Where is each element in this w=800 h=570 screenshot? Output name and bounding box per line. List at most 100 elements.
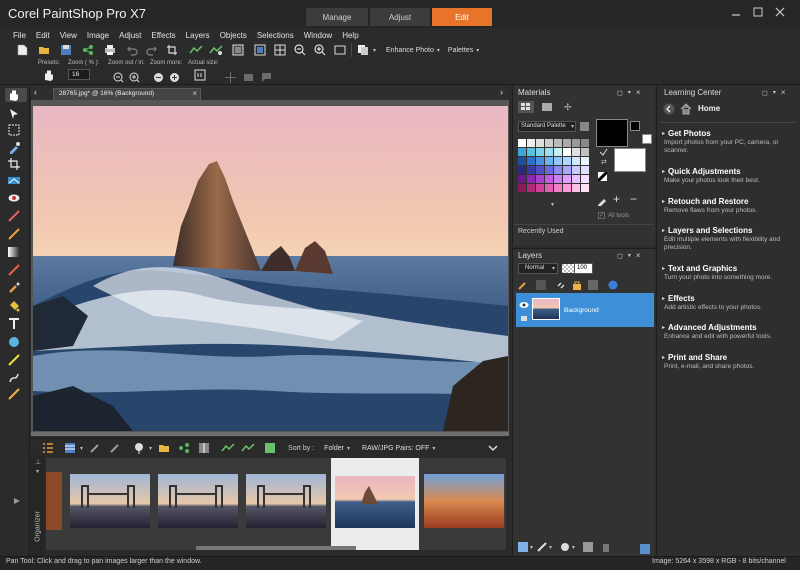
fit-window-icon[interactable] (252, 42, 268, 58)
new-mask-icon[interactable] (560, 542, 570, 552)
color-swatch[interactable] (545, 148, 553, 156)
canvas-scrollbar[interactable] (31, 432, 509, 436)
blend-mode-select[interactable]: Normal ▾ (518, 263, 558, 274)
palettes-arrow-icon[interactable]: ▾ (476, 47, 479, 54)
retouch-brush-icon[interactable] (8, 388, 20, 400)
color-swatch[interactable] (536, 139, 544, 147)
layer-properties-icon[interactable] (583, 542, 594, 552)
color-swatch[interactable] (518, 166, 526, 174)
color-swatch[interactable] (518, 157, 526, 165)
undo-icon[interactable] (124, 42, 140, 58)
color-swatch[interactable] (572, 148, 580, 156)
color-swatch[interactable] (536, 157, 544, 165)
foreground-small-swatch[interactable] (630, 121, 640, 131)
thumbnail-2[interactable] (70, 474, 150, 528)
layer-brush-icon[interactable] (518, 280, 528, 290)
color-swatch[interactable] (536, 148, 544, 156)
swatch-scroll-icon[interactable]: ▾ (551, 201, 554, 208)
airbrush-icon[interactable] (8, 282, 20, 294)
color-swatch[interactable] (518, 148, 526, 156)
menu-window[interactable]: Window (299, 31, 337, 40)
opacity-input[interactable]: 100 (574, 263, 593, 274)
lc-restore-icon[interactable]: ◻ (762, 89, 768, 97)
layer-link-icon[interactable] (556, 280, 566, 290)
color-swatch[interactable] (572, 175, 580, 183)
tab-adjust[interactable]: Adjust (370, 8, 430, 26)
organizer-view-arrow-icon[interactable]: ▾ (80, 445, 83, 452)
tab-manage[interactable]: Manage (306, 8, 368, 26)
thumbnail-5[interactable] (335, 476, 415, 528)
organizer-enhance-icon[interactable] (220, 440, 236, 456)
color-swatch[interactable] (527, 175, 535, 183)
color-swatch[interactable] (563, 148, 571, 156)
organizer-arrow-icon[interactable]: ▾ (36, 468, 39, 475)
print-icon[interactable] (102, 42, 118, 58)
grid-icon[interactable] (272, 42, 288, 58)
lc-home-icon[interactable] (680, 103, 692, 115)
actual-size-icon[interactable] (194, 69, 206, 81)
menu-file[interactable]: File (8, 31, 31, 40)
color-swatch[interactable] (554, 157, 562, 165)
color-swatch[interactable] (527, 148, 535, 156)
color-swatch[interactable] (527, 166, 535, 174)
dropper-tool-icon[interactable] (8, 142, 20, 154)
color-swatch[interactable] (554, 139, 562, 147)
materials-close-icon[interactable]: × (636, 88, 641, 97)
paint-brush-icon[interactable] (8, 264, 20, 276)
layer-visibility-icon[interactable] (519, 301, 529, 309)
color-swatch[interactable] (545, 184, 553, 192)
thumbnail-selected-frame[interactable] (331, 458, 419, 550)
lc-close-icon[interactable]: × (781, 88, 786, 97)
copy-icon[interactable] (355, 42, 371, 58)
crop-tool-icon[interactable] (164, 42, 180, 58)
canvas-area[interactable] (31, 100, 509, 436)
enhance-photo-arrow-icon[interactable]: ▾ (437, 47, 440, 54)
pen-tool-icon[interactable] (8, 354, 20, 366)
pattern-tab-icon[interactable]: ✢ (564, 102, 572, 113)
color-swatch[interactable] (572, 157, 580, 165)
lc-menu-icon[interactable]: ▾ (773, 89, 776, 96)
zoom-out-icon[interactable] (292, 42, 308, 58)
background-color-swatch[interactable] (614, 148, 646, 172)
lc-back-icon[interactable] (663, 103, 675, 115)
doc-scroll-right-icon[interactable]: › (500, 87, 503, 97)
palette-options-icon[interactable] (580, 122, 589, 131)
materials-restore-icon[interactable]: ◻ (617, 89, 623, 97)
organizer-list-icon[interactable] (40, 440, 56, 456)
lc-item-retouch-restore[interactable]: ▸ Retouch and Restore Remove flaws from … (662, 197, 792, 215)
toolbar-expand-icon[interactable] (14, 498, 20, 504)
red-eye-tool-icon[interactable] (8, 192, 20, 204)
delete-layer-icon[interactable] (601, 542, 611, 552)
color-swatch[interactable] (554, 148, 562, 156)
menu-objects[interactable]: Objects (215, 31, 252, 40)
color-swatch[interactable] (545, 139, 553, 147)
organizer-share-icon[interactable] (176, 440, 192, 456)
organizer-collapse-icon[interactable] (488, 444, 498, 452)
color-swatch[interactable] (536, 166, 544, 174)
color-swatch[interactable] (527, 139, 535, 147)
swatches-tab-icon[interactable] (518, 101, 534, 113)
lc-item-effects[interactable]: ▸ Effects Add artistic effects to your p… (662, 294, 792, 312)
gradient-tool-icon[interactable] (8, 246, 20, 258)
layer-lock-small-icon[interactable] (520, 313, 528, 321)
photo-canvas[interactable] (33, 106, 508, 431)
color-swatch[interactable] (581, 157, 589, 165)
lc-item-advanced-adjustments[interactable]: ▸ Advanced Adjustments Enhance and edit … (662, 323, 792, 341)
organizer-adjust-icon[interactable] (240, 440, 256, 456)
new-raster-arrow-icon[interactable]: ▾ (530, 544, 533, 551)
color-swatch[interactable] (572, 184, 580, 192)
menu-effects[interactable]: Effects (146, 31, 180, 40)
maximize-icon[interactable] (750, 4, 766, 20)
crop-tool-icon-left[interactable] (8, 158, 20, 170)
zoom-in-small-icon[interactable] (126, 69, 142, 85)
lc-expand-icon[interactable] (640, 544, 650, 554)
fullscreen-icon[interactable] (332, 42, 348, 58)
share-icon[interactable] (80, 42, 96, 58)
document-tab-close-icon[interactable]: × (192, 89, 197, 98)
makeover-tool-icon[interactable] (8, 210, 20, 222)
swap-colors-icon[interactable]: ⇄ (601, 158, 607, 166)
layers-close-icon[interactable]: × (636, 251, 641, 260)
zoom-more-minus-icon[interactable] (150, 69, 166, 85)
thumbnail-scrollbar[interactable] (196, 546, 356, 550)
menu-view[interactable]: View (55, 31, 82, 40)
